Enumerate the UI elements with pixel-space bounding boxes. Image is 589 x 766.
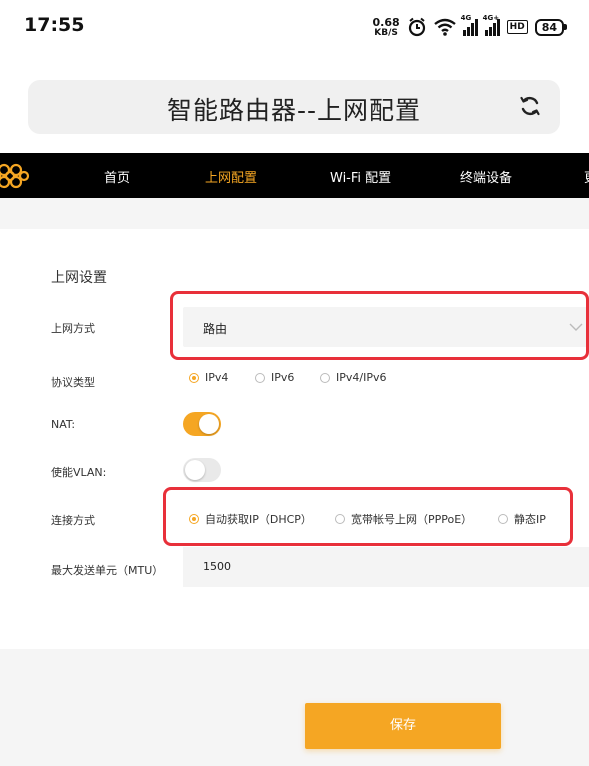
top-nav: 首页 上网配置 Wi-Fi 配置 终端设备 更 bbox=[0, 153, 589, 198]
page-title: 智能路由器--上网配置 bbox=[166, 96, 422, 125]
protocol-option-label: IPv4 bbox=[205, 371, 229, 384]
connection-option-label: 自动获取IP（DHCP） bbox=[205, 513, 312, 526]
mtu-label: 最大发送单元（MTU） bbox=[51, 564, 164, 577]
vlan-label: 使能VLAN: bbox=[51, 466, 107, 479]
refresh-icon[interactable] bbox=[518, 94, 542, 118]
sim1-network-label: 4G bbox=[460, 14, 472, 22]
nat-toggle[interactable] bbox=[183, 412, 221, 436]
title-pill: 智能路由器--上网配置 bbox=[28, 80, 560, 134]
protocol-radio-dual[interactable]: IPv4/IPv6 bbox=[320, 371, 386, 384]
access-mode-label: 上网方式 bbox=[51, 322, 95, 335]
connection-radio-static[interactable]: 静态IP bbox=[498, 511, 546, 527]
connection-radio-pppoe[interactable]: 宽带帐号上网（PPPoE） bbox=[335, 511, 472, 527]
toggle-knob bbox=[185, 460, 205, 480]
nav-item-internet-config[interactable]: 上网配置 bbox=[205, 167, 257, 186]
radio-unselected-icon bbox=[255, 372, 265, 383]
vlan-toggle[interactable] bbox=[183, 458, 221, 482]
chevron-down-icon bbox=[569, 323, 583, 331]
battery-level: 84 bbox=[534, 18, 564, 36]
internet-settings-card: 上网设置 上网方式 路由 协议类型 IPv4 IPv6 IPv4/IPv6 NA… bbox=[0, 229, 589, 649]
cellular-signal-icon-sim2: 4G+ bbox=[483, 14, 500, 36]
nat-label: NAT: bbox=[51, 418, 76, 431]
connection-label: 连接方式 bbox=[51, 514, 95, 527]
access-mode-value: 路由 bbox=[203, 322, 228, 336]
alarm-clock-icon bbox=[408, 17, 425, 37]
radio-unselected-icon bbox=[320, 372, 330, 383]
china-unicom-logo-icon bbox=[0, 163, 30, 189]
wifi-icon bbox=[433, 18, 456, 36]
status-icons: 0.68 KB/S 4G 4G+ HD 84 bbox=[373, 14, 567, 40]
status-time: 17:55 bbox=[24, 14, 85, 36]
mtu-input[interactable]: 1500 bbox=[183, 547, 589, 587]
sim2-network-label: 4G+ bbox=[482, 14, 500, 22]
nav-item-devices[interactable]: 终端设备 bbox=[460, 167, 512, 186]
radio-unselected-icon bbox=[335, 514, 345, 524]
radio-selected-icon bbox=[189, 372, 199, 383]
protocol-option-label: IPv6 bbox=[271, 371, 295, 384]
radio-unselected-icon bbox=[498, 514, 508, 524]
cellular-signal-icon-sim1: 4G bbox=[461, 14, 478, 36]
battery-icon: 84 bbox=[534, 18, 567, 36]
protocol-option-label: IPv4/IPv6 bbox=[336, 371, 387, 384]
toggle-knob bbox=[199, 414, 219, 434]
app-title-bar: 智能路由器--上网配置 bbox=[0, 54, 589, 154]
network-speed-unit: KB/S bbox=[374, 27, 398, 38]
status-bar: 17:55 0.68 KB/S 4G 4G+ HD 84 bbox=[0, 0, 589, 54]
hd-voice-icon: HD bbox=[506, 20, 528, 34]
protocol-label: 协议类型 bbox=[51, 376, 95, 389]
access-mode-select[interactable]: 路由 bbox=[183, 307, 589, 347]
nav-item-wifi-config[interactable]: Wi-Fi 配置 bbox=[330, 167, 391, 186]
connection-option-label: 宽带帐号上网（PPPoE） bbox=[351, 513, 473, 526]
network-speed: 0.68 KB/S bbox=[372, 15, 400, 38]
radio-selected-icon bbox=[189, 514, 199, 524]
protocol-radio-ipv4[interactable]: IPv4 bbox=[189, 371, 228, 384]
section-title: 上网设置 bbox=[51, 270, 107, 286]
nav-item-home[interactable]: 首页 bbox=[104, 167, 130, 186]
protocol-radio-ipv6[interactable]: IPv6 bbox=[255, 371, 294, 384]
save-button[interactable]: 保存 bbox=[305, 703, 501, 749]
mtu-value: 1500 bbox=[203, 560, 231, 573]
connection-option-label: 静态IP bbox=[514, 513, 546, 526]
nav-item-more[interactable]: 更 bbox=[584, 167, 589, 186]
network-speed-value: 0.68 bbox=[372, 15, 400, 29]
connection-radio-dhcp[interactable]: 自动获取IP（DHCP） bbox=[189, 511, 312, 527]
